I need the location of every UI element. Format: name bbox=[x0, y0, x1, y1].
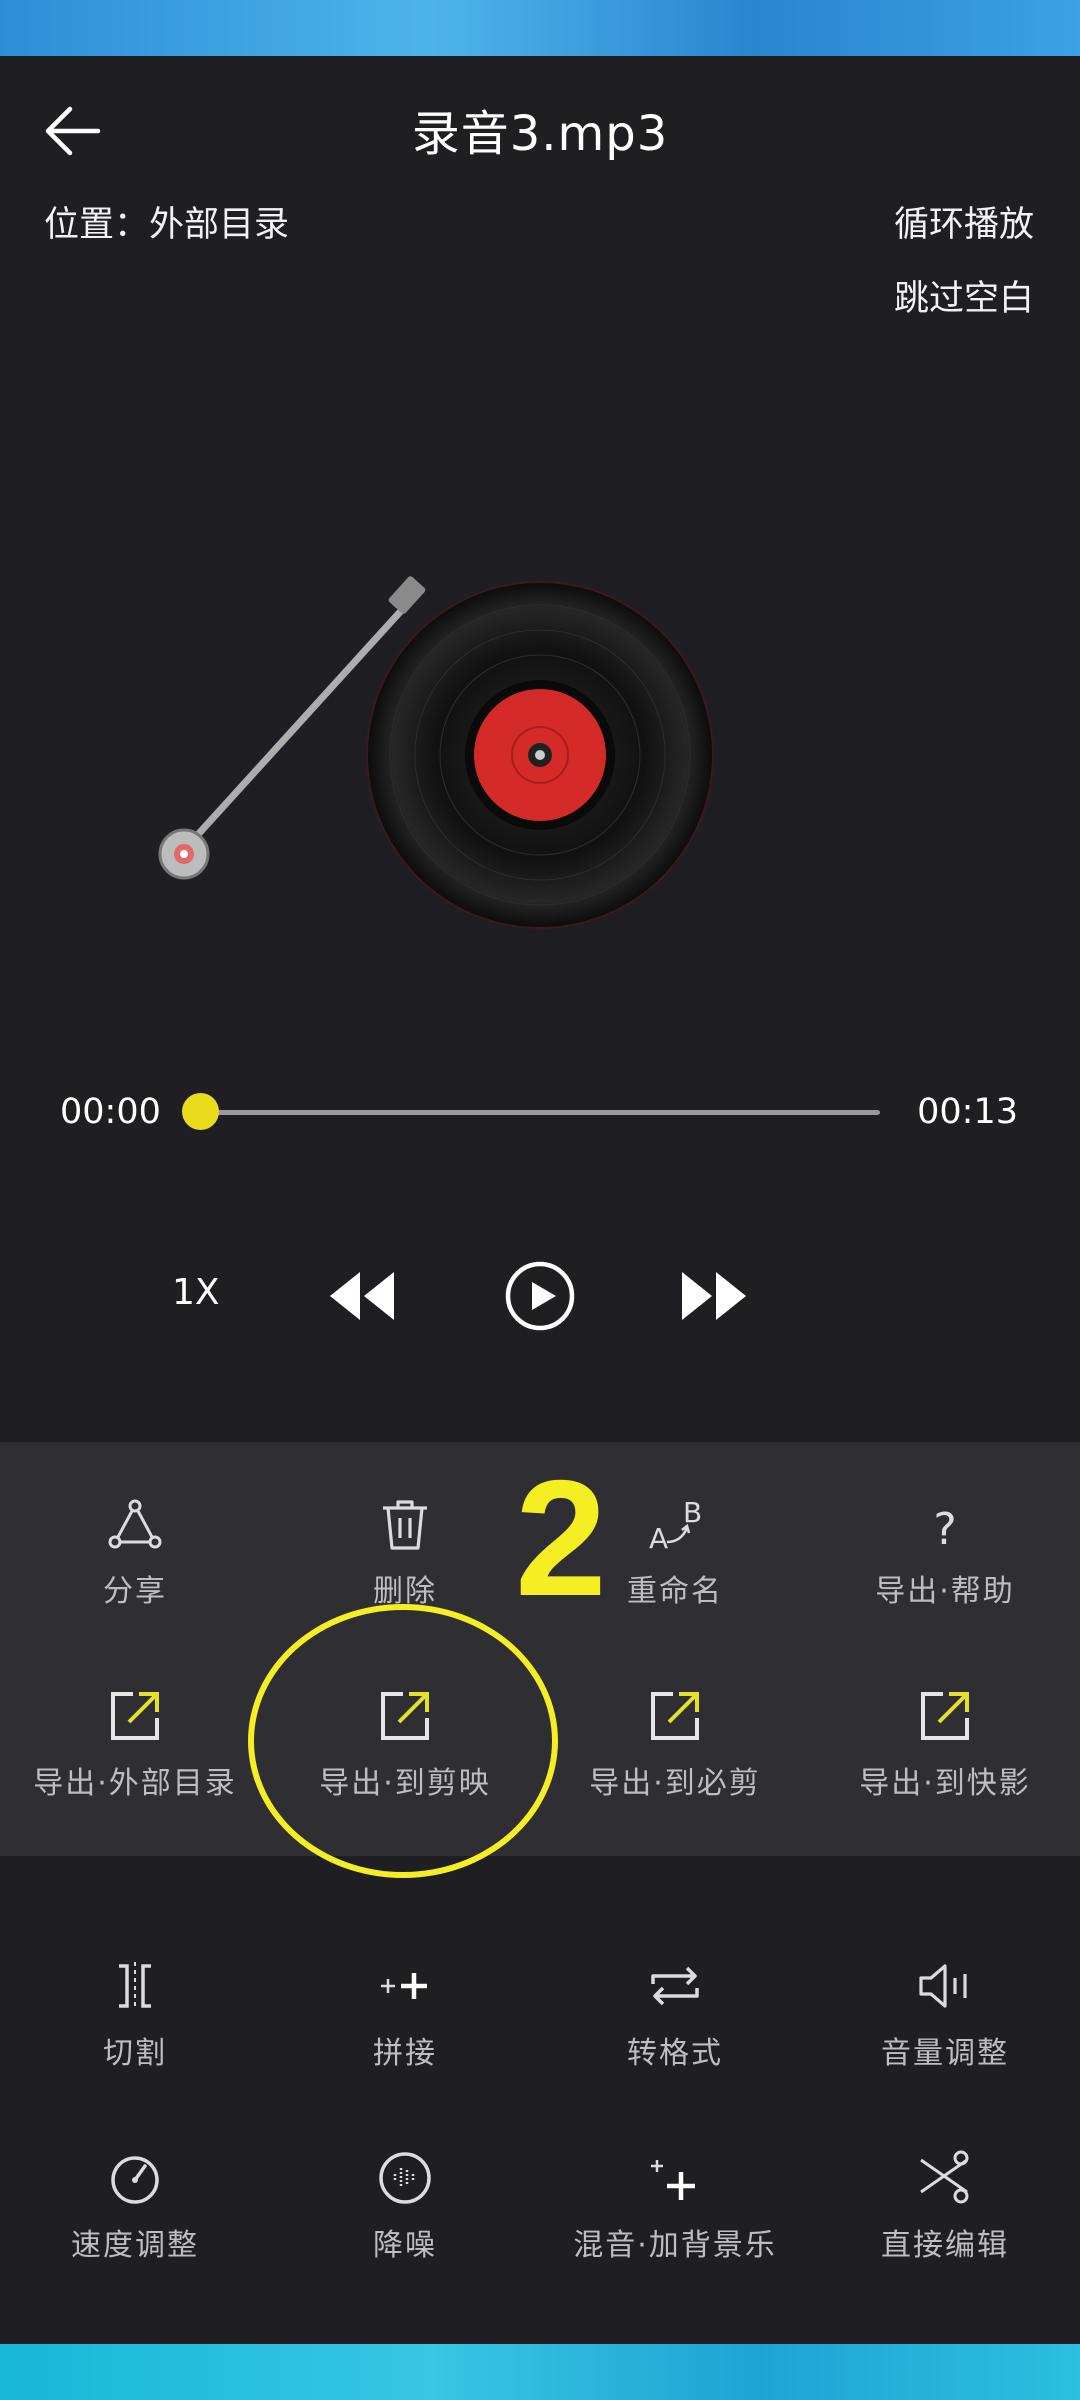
skip-silence-button[interactable]: 跳过空白 bbox=[894, 270, 1034, 321]
fast-forward-icon[interactable] bbox=[674, 1256, 754, 1336]
current-time: 00:00 bbox=[60, 1092, 161, 1132]
seek-knob[interactable] bbox=[181, 1093, 219, 1130]
volume-adjust-button[interactable]: 音量调整 bbox=[810, 1956, 1080, 2106]
tool-label: 转格式 bbox=[627, 2036, 723, 2071]
svg-text:B: B bbox=[683, 1496, 702, 1529]
export-icon bbox=[651, 1692, 699, 1740]
share-icon bbox=[108, 1499, 162, 1549]
edit-tools-panel: 切割 拼接 转格式 音量调整 速度调整 降噪 混音·加背景乐 直接编辑 bbox=[0, 1956, 1080, 2376]
mix-icon bbox=[651, 2160, 695, 2200]
speed-icon bbox=[111, 2156, 159, 2204]
svg-text:A: A bbox=[649, 1522, 668, 1554]
export-bijian-button[interactable]: 导出·到必剪 bbox=[540, 1686, 810, 1836]
tool-label: 拼接 bbox=[373, 2036, 437, 2071]
step-annotation-number: 2 bbox=[515, 1446, 607, 1630]
highlight-circle-annotation bbox=[248, 1604, 558, 1878]
export-kuaiying-button[interactable]: 导出·到快影 bbox=[810, 1686, 1080, 1836]
export-icon bbox=[111, 1692, 159, 1740]
tool-label: 混音·加背景乐 bbox=[573, 2228, 777, 2263]
tool-label: 直接编辑 bbox=[881, 2228, 1009, 2263]
status-bar-wallpaper bbox=[0, 0, 1080, 56]
edit-icon bbox=[920, 2150, 969, 2204]
navigation-bar-wallpaper bbox=[0, 2344, 1080, 2400]
action-label: 导出·到必剪 bbox=[589, 1766, 761, 1801]
seek-track[interactable] bbox=[200, 1110, 880, 1115]
action-label: 导出·外部目录 bbox=[33, 1766, 237, 1801]
cut-icon bbox=[119, 1962, 151, 2010]
record-disc bbox=[366, 581, 714, 929]
vinyl-record-artwork bbox=[158, 576, 714, 929]
total-time: 00:13 bbox=[917, 1092, 1018, 1132]
page-title: 录音3.mp3 bbox=[411, 106, 669, 162]
join-icon bbox=[381, 1973, 427, 1999]
loop-playback-button[interactable]: 循环播放 bbox=[894, 196, 1034, 247]
direct-edit-button[interactable]: 直接编辑 bbox=[810, 2148, 1080, 2298]
playback-progress: 00:00 00:13 bbox=[0, 1076, 1080, 1146]
share-button[interactable]: 分享 bbox=[0, 1494, 270, 1644]
export-help-button[interactable]: ? 导出·帮助 bbox=[810, 1494, 1080, 1644]
tool-label: 降噪 bbox=[373, 2228, 437, 2263]
export-icon bbox=[921, 1692, 969, 1740]
help-icon: ? bbox=[933, 1504, 956, 1554]
tool-label: 音量调整 bbox=[881, 2036, 1009, 2071]
denoise-button[interactable]: 降噪 bbox=[270, 2148, 540, 2298]
convert-format-button[interactable]: 转格式 bbox=[540, 1956, 810, 2106]
action-label: 分享 bbox=[103, 1574, 167, 1609]
tool-label: 速度调整 bbox=[71, 2228, 199, 2263]
location-label: 位置：外部目录 bbox=[44, 205, 290, 245]
volume-icon bbox=[919, 1964, 967, 2008]
cut-tool-button[interactable]: 切割 bbox=[0, 1956, 270, 2106]
convert-icon bbox=[651, 1966, 699, 2006]
audio-player-screen: 录音3.mp3 位置：外部目录 循环播放 跳过空白 00:00 00:13 1X… bbox=[0, 56, 1080, 2344]
speed-adjust-button[interactable]: 速度调整 bbox=[0, 2148, 270, 2298]
play-icon[interactable] bbox=[500, 1256, 580, 1336]
rename-icon: A B bbox=[649, 1496, 702, 1554]
mix-background-music-button[interactable]: 混音·加背景乐 bbox=[540, 2148, 810, 2298]
playback-controls: 1X bbox=[0, 1246, 1080, 1346]
header: 录音3.mp3 bbox=[0, 56, 1080, 196]
join-tool-button[interactable]: 拼接 bbox=[270, 1956, 540, 2106]
svg-text:?: ? bbox=[933, 1504, 956, 1554]
speed-button[interactable]: 1X bbox=[172, 1272, 220, 1313]
action-label: 导出·帮助 bbox=[875, 1574, 1015, 1609]
trash-icon bbox=[383, 1500, 427, 1550]
rewind-icon[interactable] bbox=[322, 1256, 402, 1336]
action-label: 导出·到快影 bbox=[859, 1766, 1031, 1801]
denoise-icon bbox=[379, 2152, 431, 2204]
tool-label: 切割 bbox=[103, 2036, 167, 2071]
export-external-dir-button[interactable]: 导出·外部目录 bbox=[0, 1686, 270, 1836]
